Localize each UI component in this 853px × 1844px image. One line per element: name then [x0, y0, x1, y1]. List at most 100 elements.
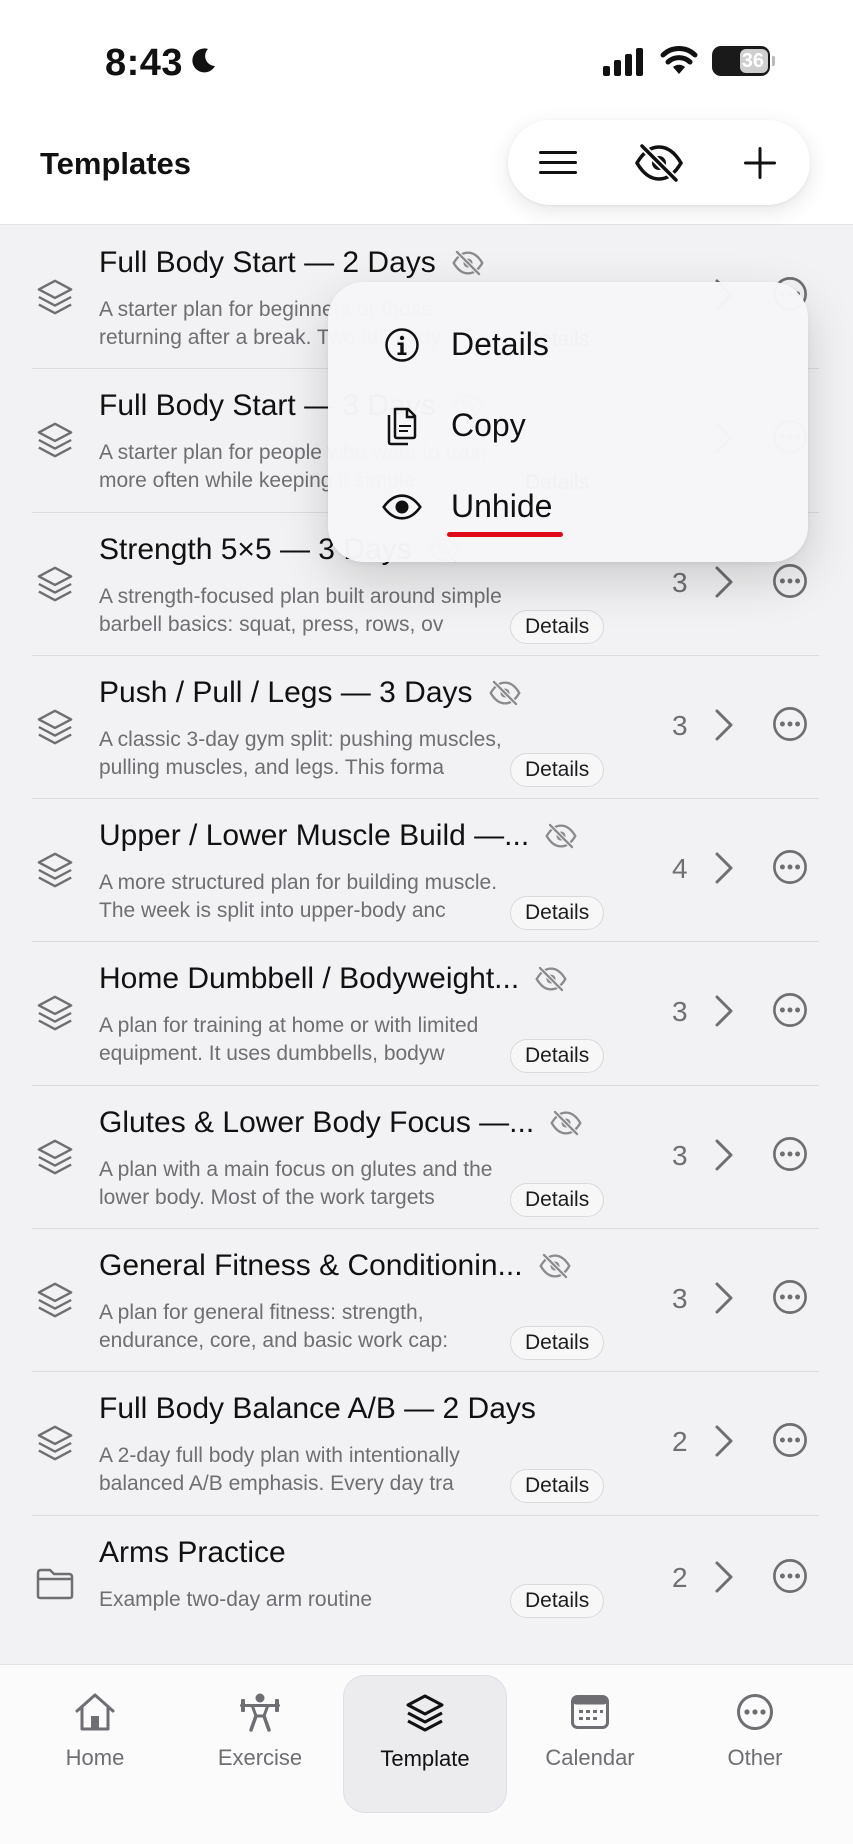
- layers-icon: [36, 851, 74, 889]
- template-row[interactable]: Upper / Lower Muscle Build —... A more st…: [32, 799, 819, 943]
- template-title-text: Upper / Lower Muscle Build —...: [99, 819, 530, 853]
- template-title: General Fitness & Conditionin...: [99, 1249, 573, 1283]
- chevron-right-icon[interactable]: [714, 1560, 734, 1599]
- details-chip[interactable]: Details: [510, 609, 605, 644]
- tab-label: Calendar: [545, 1745, 635, 1770]
- chevron-right-icon[interactable]: [714, 1138, 734, 1177]
- template-title: Push / Pull / Legs — 3 Days: [99, 676, 523, 710]
- menu-item-label: Unhide: [451, 488, 553, 524]
- layers-icon: [36, 565, 74, 603]
- template-row[interactable]: Arms Practice Example two-day arm routine…: [32, 1516, 819, 1642]
- tab-label: Home: [65, 1745, 125, 1770]
- template-row[interactable]: Push / Pull / Legs — 3 Days A classic 3-d…: [32, 656, 819, 800]
- battery-level: 36: [741, 49, 764, 72]
- stack-icon: [405, 1688, 445, 1738]
- more-options-button[interactable]: [772, 706, 808, 747]
- details-chip[interactable]: Details: [510, 1182, 605, 1217]
- more-icon: [736, 1687, 774, 1737]
- description-line: A plan with a main focus on glutes and t…: [99, 1157, 493, 1181]
- layers-icon: [36, 1138, 74, 1176]
- template-row[interactable]: Glutes & Lower Body Focus —... A plan wit…: [32, 1086, 819, 1230]
- template-row[interactable]: Full Body Balance A/B — 2 Days A 2-day fu…: [32, 1372, 819, 1516]
- details-chip[interactable]: Details: [510, 896, 605, 931]
- tab-exercise[interactable]: Exercise: [185, 1687, 335, 1797]
- more-options-button[interactable]: [772, 563, 808, 604]
- layers-icon: [36, 278, 74, 316]
- copy-icon: [382, 406, 422, 446]
- context-menu: Details Copy Unhide: [328, 282, 808, 562]
- menu-item-details[interactable]: Details: [328, 304, 808, 385]
- more-options-button[interactable]: [772, 1136, 808, 1177]
- details-chip[interactable]: Details: [510, 1326, 605, 1361]
- template-title: Home Dumbbell / Bodyweight...: [99, 962, 569, 996]
- description-line: A 2-day full body plan with intentionall…: [99, 1444, 460, 1468]
- template-description: A strength-focused plan built around sim…: [99, 583, 529, 639]
- description-line: A more structured plan for building musc…: [99, 871, 498, 895]
- tab-home[interactable]: Home: [20, 1687, 170, 1797]
- menu-item-unhide[interactable]: Unhide: [328, 466, 808, 547]
- details-chip[interactable]: Details: [510, 752, 605, 787]
- battery-indicator: 36: [712, 46, 775, 76]
- description-line: Example two-day arm routine: [99, 1587, 373, 1611]
- template-description: A plan for training at home or with limi…: [99, 1012, 529, 1068]
- details-chip[interactable]: Details: [510, 1039, 605, 1074]
- more-options-button[interactable]: [772, 1279, 808, 1320]
- description-line: A strength-focused plan built around sim…: [99, 584, 502, 608]
- template-description: A plan for general fitness: strength, end…: [99, 1299, 529, 1355]
- more-options-button[interactable]: [772, 1558, 808, 1599]
- menu-item-label: Details: [451, 326, 549, 362]
- layers-icon: [36, 994, 74, 1032]
- template-title: Full Body Balance A/B — 2 Days: [99, 1392, 536, 1426]
- description-line: barbell basics: squat, press, rows, ov: [99, 612, 444, 636]
- chevron-right-icon[interactable]: [714, 994, 734, 1033]
- chevron-right-icon[interactable]: [714, 708, 734, 747]
- calendar-icon: [571, 1687, 609, 1737]
- chevron-right-icon[interactable]: [714, 1424, 734, 1463]
- eye-icon: [382, 487, 422, 527]
- folder-icon: [36, 1568, 74, 1606]
- add-template-button[interactable]: [725, 133, 795, 193]
- layers-icon: [36, 708, 74, 746]
- cellular-signal-icon: [603, 48, 643, 76]
- details-chip[interactable]: Details: [510, 1583, 605, 1618]
- more-options-button[interactable]: [772, 992, 808, 1033]
- eye-slash-icon: [548, 1110, 584, 1136]
- layers-icon: [36, 1281, 74, 1319]
- header: Templates: [0, 120, 853, 225]
- eye-slash-icon: [533, 966, 569, 993]
- tab-template[interactable]: Template: [343, 1675, 507, 1813]
- toggle-hidden-button[interactable]: [624, 133, 694, 193]
- chevron-right-icon[interactable]: [714, 1281, 734, 1320]
- template-row[interactable]: General Fitness & Conditionin... A plan f…: [32, 1229, 819, 1373]
- template-title: Full Body Start — 2 Days: [99, 246, 486, 280]
- day-count: 3: [672, 566, 688, 598]
- status-bar: 8:43 36: [0, 0, 853, 120]
- eye-slash-icon: [537, 1253, 573, 1279]
- more-options-button[interactable]: [772, 1422, 808, 1463]
- description-line: balanced A/B emphasis. Every day tra: [99, 1472, 454, 1496]
- menu-item-copy[interactable]: Copy: [328, 385, 808, 466]
- day-count: 3: [672, 1139, 688, 1171]
- chevron-right-icon[interactable]: [714, 565, 734, 604]
- layers-icon: [36, 421, 74, 459]
- eye-slash-icon: [450, 250, 486, 276]
- more-options-button[interactable]: [772, 849, 808, 890]
- template-title-text: Arms Practice: [99, 1535, 286, 1569]
- description-line: equipment. It uses dumbbells, bodyw: [99, 1042, 445, 1066]
- description-line: The week is split into upper-body anc: [99, 899, 446, 923]
- chevron-right-icon[interactable]: [714, 851, 734, 890]
- description-line: A plan for training at home or with limi…: [99, 1014, 479, 1038]
- house-icon: [74, 1687, 116, 1737]
- template-description: A 2-day full body plan with intentionall…: [99, 1442, 529, 1498]
- sort-button[interactable]: [523, 133, 593, 193]
- eye-slash-icon: [487, 680, 523, 706]
- tab-other[interactable]: Other: [680, 1687, 830, 1797]
- header-actions: [508, 120, 810, 205]
- details-chip[interactable]: Details: [510, 1469, 605, 1504]
- template-description: Example two-day arm routine: [99, 1586, 529, 1614]
- plus-icon: [743, 146, 776, 179]
- day-count: 3: [672, 996, 688, 1028]
- template-row[interactable]: Home Dumbbell / Bodyweight... A plan for …: [32, 942, 819, 1086]
- description-line: lower body. Most of the work targets: [99, 1185, 435, 1209]
- tab-calendar[interactable]: Calendar: [515, 1687, 665, 1797]
